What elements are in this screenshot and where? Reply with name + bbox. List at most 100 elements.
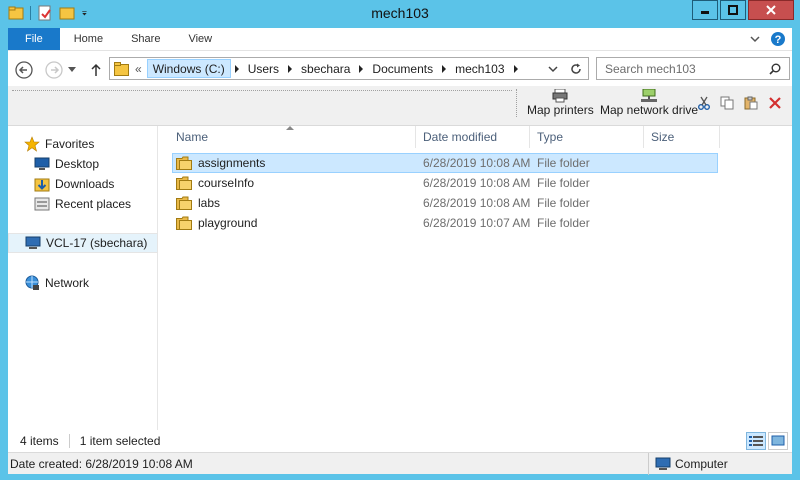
desktop-icon [34, 156, 50, 172]
file-row[interactable]: courseInfo 6/28/2019 10:08 AM File folde… [158, 173, 792, 193]
search-placeholder: Search mech103 [605, 61, 696, 76]
breadcrumb-documents[interactable]: Documents [367, 58, 438, 79]
sort-ascending-icon [286, 126, 294, 130]
file-type: File folder [537, 216, 590, 230]
forward-button[interactable] [44, 60, 64, 80]
window-title: mech103 [371, 5, 429, 21]
large-icons-view-button[interactable] [768, 432, 788, 450]
column-date-modified[interactable]: Date modified [416, 126, 530, 148]
tab-view[interactable]: View [174, 28, 226, 50]
forward-arrow-icon [45, 61, 63, 79]
file-name-cell: assignments [158, 156, 416, 170]
star-icon [24, 136, 40, 152]
explorer-window: mech103 File Home Share View ? « Windows… [0, 0, 800, 480]
file-name: courseInfo [198, 176, 255, 190]
nav-desktop-label: Desktop [55, 157, 100, 171]
nav-computer[interactable]: VCL-17 (sbechara) [8, 233, 158, 253]
computer-icon [655, 457, 671, 470]
minimize-icon [701, 11, 709, 14]
search-icon[interactable] [769, 63, 781, 75]
breadcrumb-separator-icon[interactable] [513, 64, 518, 73]
nav-network[interactable]: Network [24, 273, 154, 293]
recent-locations-button[interactable] [66, 60, 78, 80]
cut-icon[interactable] [698, 96, 710, 110]
maximize-button[interactable] [720, 0, 746, 20]
folder-icon [176, 196, 192, 210]
nav-recent-places[interactable]: Recent places [34, 194, 154, 214]
back-button[interactable] [14, 60, 34, 80]
breadcrumb-separator-icon[interactable] [442, 64, 447, 73]
file-name-cell: playground [158, 216, 416, 230]
tab-home[interactable]: Home [60, 28, 117, 50]
selection-count: 1 item selected [79, 434, 161, 448]
column-name-label: Name [176, 130, 209, 144]
toolbar-grip [12, 90, 512, 92]
location-label: Computer [675, 457, 728, 471]
file-date: 6/28/2019 10:08 AM [423, 176, 530, 190]
close-button[interactable] [748, 0, 794, 20]
up-button[interactable] [88, 60, 104, 80]
file-row[interactable]: playground 6/28/2019 10:07 AM File folde… [158, 213, 792, 233]
paste-icon[interactable] [744, 96, 758, 110]
nav-desktop[interactable]: Desktop [34, 154, 154, 174]
address-row: « Windows (C:) Users sbechara Documents … [8, 50, 792, 86]
breadcrumb-drive[interactable]: Windows (C:) [146, 59, 231, 78]
nav-favorites-label: Favorites [45, 137, 95, 151]
search-input[interactable]: Search mech103 [596, 57, 790, 80]
file-list: Name Date modified Type Size assignments… [158, 126, 792, 430]
chevron-down-icon[interactable] [548, 65, 558, 73]
location-indicator: Computer [648, 453, 792, 475]
breadcrumb-separator-icon[interactable] [234, 64, 239, 73]
nav-downloads[interactable]: Downloads [34, 174, 154, 194]
delete-icon[interactable] [768, 96, 782, 110]
details-view-button[interactable] [746, 432, 766, 450]
file-rows: assignments 6/28/2019 10:08 AM File fold… [158, 153, 792, 233]
status-separator [68, 434, 70, 448]
file-row[interactable]: assignments 6/28/2019 10:08 AM File fold… [158, 153, 792, 173]
file-date: 6/28/2019 10:08 AM [423, 196, 530, 210]
column-type-label: Type [537, 130, 564, 144]
map-network-drive-button[interactable]: Map network drive [600, 89, 698, 117]
refresh-icon[interactable] [570, 63, 582, 75]
folder-icon [114, 61, 129, 76]
folder-icon [176, 216, 192, 230]
map-printers-button[interactable]: Map printers [516, 89, 594, 117]
edit-commands [698, 96, 782, 110]
column-size[interactable]: Size [644, 126, 720, 148]
column-headers: Name Date modified Type Size [158, 126, 792, 148]
tab-share[interactable]: Share [117, 28, 174, 50]
breadcrumb-separator-icon[interactable] [288, 64, 293, 73]
address-overflow[interactable]: « [130, 62, 147, 76]
column-name[interactable]: Name [158, 126, 416, 148]
minimize-button[interactable] [692, 0, 718, 20]
file-row[interactable]: labs 6/28/2019 10:08 AM File folder [158, 193, 792, 213]
tab-file[interactable]: File [8, 28, 60, 50]
details-view-icon [749, 436, 763, 446]
copy-icon[interactable] [720, 96, 734, 110]
ribbon-tab-strip: File Home Share View ? [8, 28, 792, 50]
breadcrumb-label: Documents [372, 61, 434, 76]
breadcrumb-user[interactable]: sbechara [296, 58, 355, 79]
breadcrumb-label: Windows (C:) [152, 61, 225, 76]
title-bar: mech103 [0, 0, 800, 28]
expand-ribbon-icon[interactable] [750, 35, 760, 43]
file-name: playground [198, 216, 258, 230]
file-date: 6/28/2019 10:07 AM [423, 216, 530, 230]
nav-favorites[interactable]: Favorites [24, 134, 154, 154]
breadcrumb-separator-icon[interactable] [359, 64, 364, 73]
back-arrow-icon [15, 61, 33, 79]
file-name-cell: courseInfo [158, 176, 416, 190]
nav-computer-label: VCL-17 (sbechara) [46, 236, 148, 250]
large-icons-view-icon [771, 435, 785, 446]
address-bar[interactable]: « Windows (C:) Users sbechara Documents … [109, 57, 589, 80]
nav-downloads-label: Downloads [55, 177, 115, 191]
nav-network-label: Network [45, 276, 90, 290]
downloads-icon [34, 176, 50, 192]
column-size-label: Size [651, 130, 675, 144]
column-type[interactable]: Type [530, 126, 644, 148]
view-switcher [746, 432, 792, 450]
file-type: File folder [537, 176, 590, 190]
breadcrumb-current[interactable]: mech103 [450, 58, 509, 79]
breadcrumb-users[interactable]: Users [243, 58, 284, 79]
help-icon[interactable]: ? [770, 31, 786, 47]
